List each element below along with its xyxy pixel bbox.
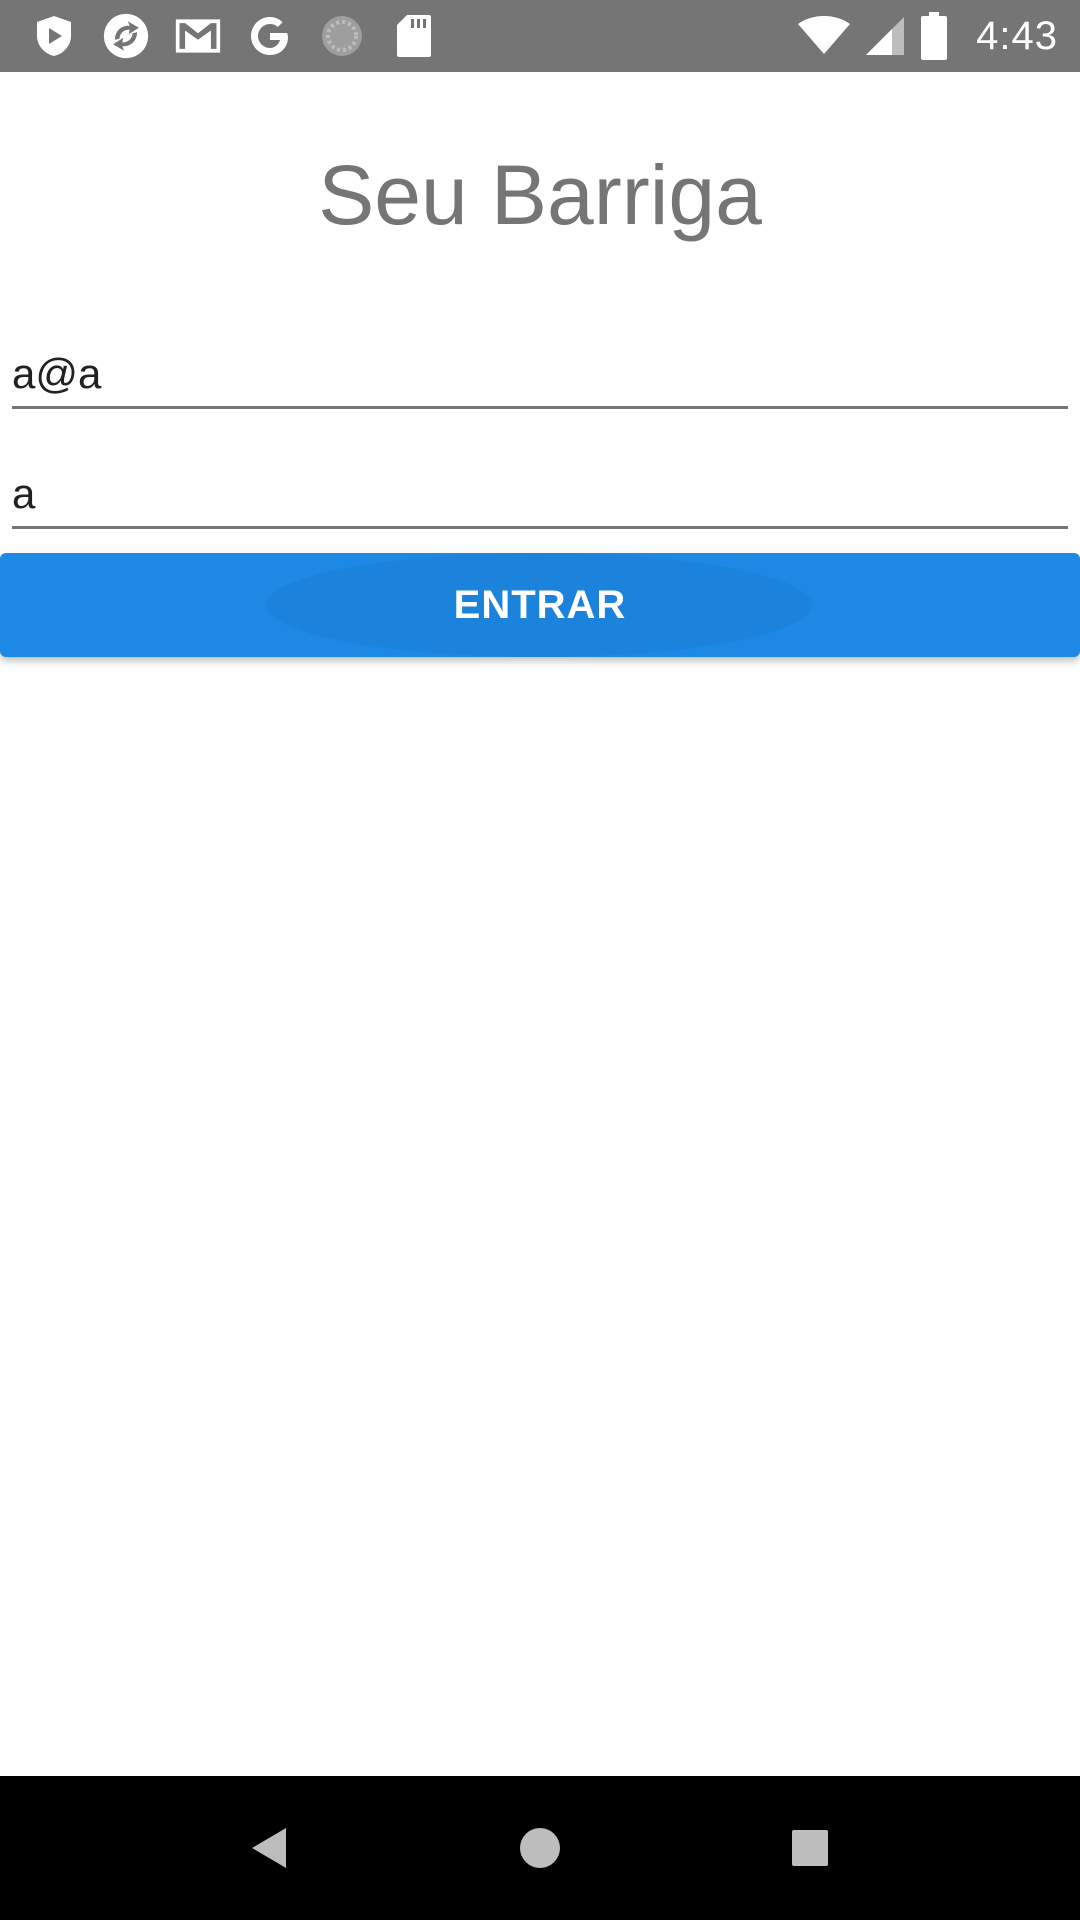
status-bar: 4:43 [0, 0, 1080, 72]
google-icon [246, 12, 294, 60]
app-title: Seu Barriga [318, 148, 762, 242]
battery-icon [920, 12, 948, 60]
login-screen: 4:43 Seu Barriga ENTRAR [0, 0, 1080, 1920]
recents-button[interactable] [774, 1812, 846, 1884]
home-button[interactable] [504, 1812, 576, 1884]
loading-icon [318, 12, 366, 60]
back-button[interactable] [234, 1812, 306, 1884]
sync-icon [102, 12, 150, 60]
email-field[interactable] [12, 342, 1068, 409]
back-icon [252, 1828, 286, 1868]
home-icon [520, 1828, 560, 1868]
play-protect-icon [30, 12, 78, 60]
gmail-icon [174, 12, 222, 60]
enter-button[interactable]: ENTRAR [0, 553, 1080, 657]
password-field[interactable] [12, 462, 1068, 529]
sd-card-icon [390, 12, 438, 60]
status-time: 4:43 [976, 13, 1058, 58]
cell-signal-icon [864, 15, 906, 57]
enter-button-label: ENTRAR [453, 582, 627, 627]
notification-icons [30, 0, 438, 72]
wifi-icon [798, 16, 851, 56]
navigation-bar [0, 1776, 1080, 1920]
recents-icon [792, 1830, 828, 1866]
system-icons: 4:43 [798, 0, 1058, 72]
